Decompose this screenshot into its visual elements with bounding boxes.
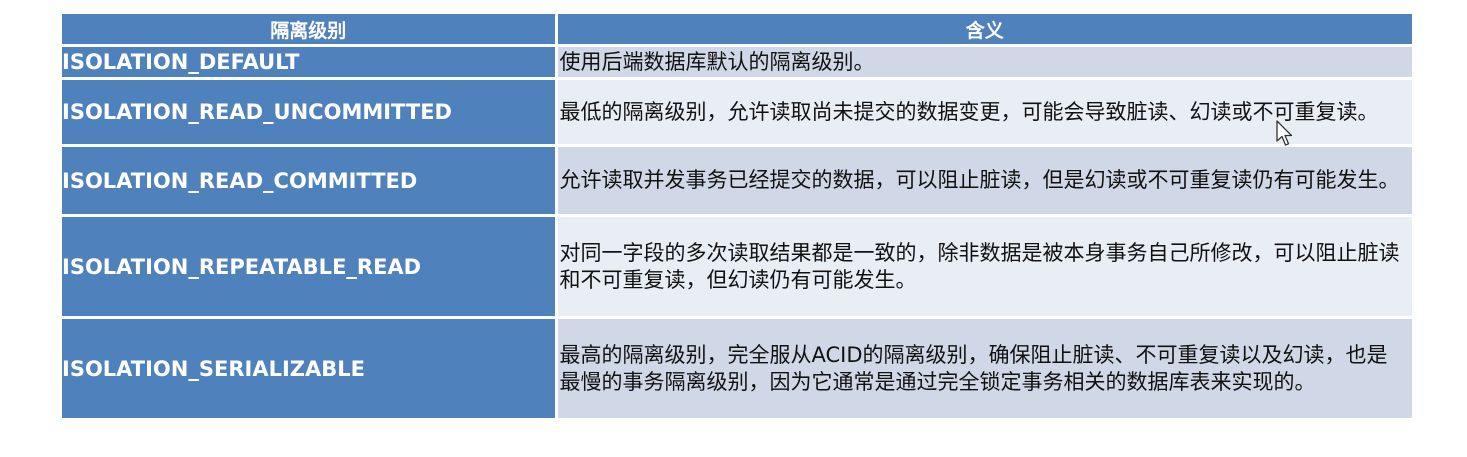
table-row: ISOLATION_READ_COMMITTED 允许读取并发事务已经提交的数据… [62, 145, 1412, 217]
table-row: ISOLATION_SERIALIZABLE 最高的隔离级别，完全服从ACID的… [62, 317, 1412, 421]
table-header-row: 隔离级别 含义 [62, 14, 1412, 47]
row-level-default: ISOLATION_DEFAULT [62, 45, 558, 80]
row-meaning-serializable: 最高的隔离级别，完全服从ACID的隔离级别，确保阻止脏读、不可重复读以及幻读，也… [556, 317, 1412, 421]
row-level-read-committed: ISOLATION_READ_COMMITTED [62, 145, 558, 217]
table-row: ISOLATION_READ_UNCOMMITTED 最低的隔离级别，允许读取尚… [62, 78, 1412, 147]
row-level-read-uncommitted: ISOLATION_READ_UNCOMMITTED [62, 78, 558, 147]
table-row: ISOLATION_DEFAULT 使用后端数据库默认的隔离级别。 [62, 45, 1412, 80]
row-meaning-read-committed: 允许读取并发事务已经提交的数据，可以阻止脏读，但是幻读或不可重复读仍有可能发生。 [556, 145, 1412, 217]
isolation-level-table-container: 隔离级别 含义 ISOLATION_DEFAULT 使用后端数据库默认的隔离级别… [62, 14, 1412, 421]
mouse-pointer-icon [1276, 120, 1293, 146]
row-level-repeatable-read: ISOLATION_REPEATABLE_READ [62, 215, 558, 319]
table-row: ISOLATION_REPEATABLE_READ 对同一字段的多次读取结果都是… [62, 215, 1412, 319]
header-isolation-level: 隔离级别 [62, 14, 558, 47]
row-meaning-default: 使用后端数据库默认的隔离级别。 [556, 45, 1412, 80]
row-level-serializable: ISOLATION_SERIALIZABLE [62, 317, 558, 421]
row-meaning-repeatable-read: 对同一字段的多次读取结果都是一致的，除非数据是被本身事务自己所修改，可以阻止脏读… [556, 215, 1412, 319]
header-meaning: 含义 [556, 14, 1412, 47]
isolation-level-table: 隔离级别 含义 ISOLATION_DEFAULT 使用后端数据库默认的隔离级别… [62, 14, 1412, 421]
